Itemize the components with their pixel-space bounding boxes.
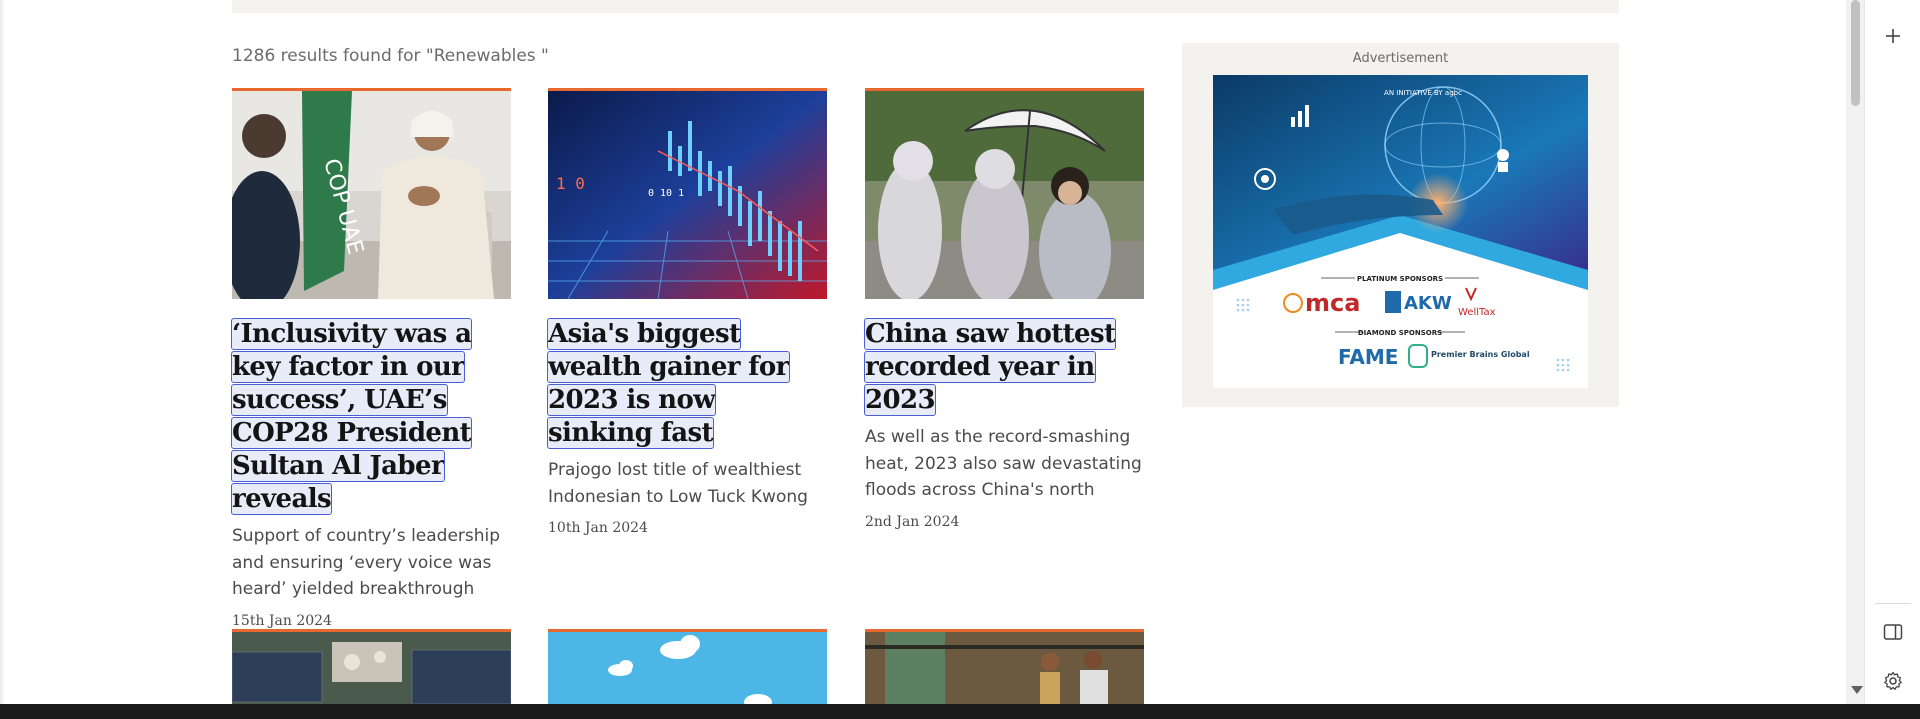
sponsor-fame: FAME <box>1338 345 1398 369</box>
ad-banner-header: AN INITIATIVE BY agbc <box>1384 89 1462 97</box>
page-edge <box>0 0 5 704</box>
top-strip <box>232 0 1619 13</box>
plus-icon <box>1886 29 1900 43</box>
article-card[interactable] <box>548 629 827 704</box>
article-image[interactable]: COP UAE <box>232 88 511 299</box>
advertisement-box: Advertisement AN INITIATIVE BY agbc PLAT… <box>1182 43 1619 407</box>
sidebar-toggle-button[interactable] <box>1879 618 1907 646</box>
svg-text:1 0: 1 0 <box>556 174 585 193</box>
article-title[interactable]: ‘Inclusivity was a key factor in our suc… <box>230 318 511 516</box>
add-button[interactable] <box>1879 22 1907 50</box>
article-card[interactable]: 1 0 0 10 1 Asia's biggest wealth gainer … <box>547 88 827 536</box>
platinum-sponsors-heading: PLATINUM SPONSORS <box>1357 275 1443 283</box>
article-image[interactable]: 1 0 0 10 1 <box>548 88 827 299</box>
article-summary: Support of country’s leadership and ensu… <box>232 526 501 599</box>
side-panel-divider <box>1875 603 1911 604</box>
advertisement-label: Advertisement <box>1352 51 1449 66</box>
article-date: 2nd Jan 2024 <box>865 513 960 530</box>
sponsor-welltax: WellTax <box>1458 307 1496 318</box>
article-image[interactable] <box>865 88 1144 299</box>
workers-photo-icon <box>865 632 1144 704</box>
svg-text:0 10 1: 0 10 1 <box>648 188 684 199</box>
solar-farm-photo-icon <box>232 632 511 704</box>
sidebar-toggle-icon <box>1883 624 1903 640</box>
advertisement-banner[interactable]: AN INITIATIVE BY agbc PLATINUM SPONSORS … <box>1213 75 1588 388</box>
settings-button[interactable] <box>1879 667 1907 695</box>
umbrella-street-photo-icon <box>865 91 1144 299</box>
scroll-down-arrow-icon[interactable] <box>1851 686 1863 694</box>
interview-photo-icon: COP UAE <box>232 91 511 299</box>
article-summary: As well as the record-smashing heat, 202… <box>865 427 1142 500</box>
article-title[interactable]: China saw hottest recorded year in 2023 <box>863 318 1144 417</box>
gear-icon <box>1884 671 1902 690</box>
sponsor-akw: AKW <box>1404 293 1452 314</box>
article-card[interactable] <box>232 629 511 704</box>
stock-chart-photo-icon: 1 0 0 10 1 <box>548 91 827 299</box>
sponsor-premier-brains: Premier Brains Global <box>1431 350 1530 359</box>
sky-clouds-photo-icon <box>548 632 827 704</box>
article-date: 10th Jan 2024 <box>548 520 648 536</box>
article-card[interactable] <box>865 629 1144 704</box>
article-date: 15th Jan 2024 <box>232 612 332 629</box>
article-card[interactable]: China saw hottest recorded year in 2023 … <box>863 88 1144 530</box>
scrollbar-thumb[interactable] <box>1851 0 1860 106</box>
results-count: 1286 results found for "Renewables " <box>232 46 549 66</box>
ad-banner-graphic-icon: AN INITIATIVE BY agbc PLATINUM SPONSORS … <box>1213 75 1588 388</box>
diamond-sponsors-heading: DIAMOND SPONSORS <box>1358 329 1442 337</box>
browser-side-panel <box>1864 0 1920 704</box>
sponsor-mca: mca <box>1305 289 1360 317</box>
bottom-taskbar <box>0 704 1920 719</box>
article-summary: Prajogo lost title of wealthiest Indones… <box>548 460 808 507</box>
article-title[interactable]: Asia's biggest wealth gainer for 2023 is… <box>547 318 827 450</box>
article-card[interactable]: COP UAE ‘Inclusivity was a key factor in… <box>230 88 511 629</box>
